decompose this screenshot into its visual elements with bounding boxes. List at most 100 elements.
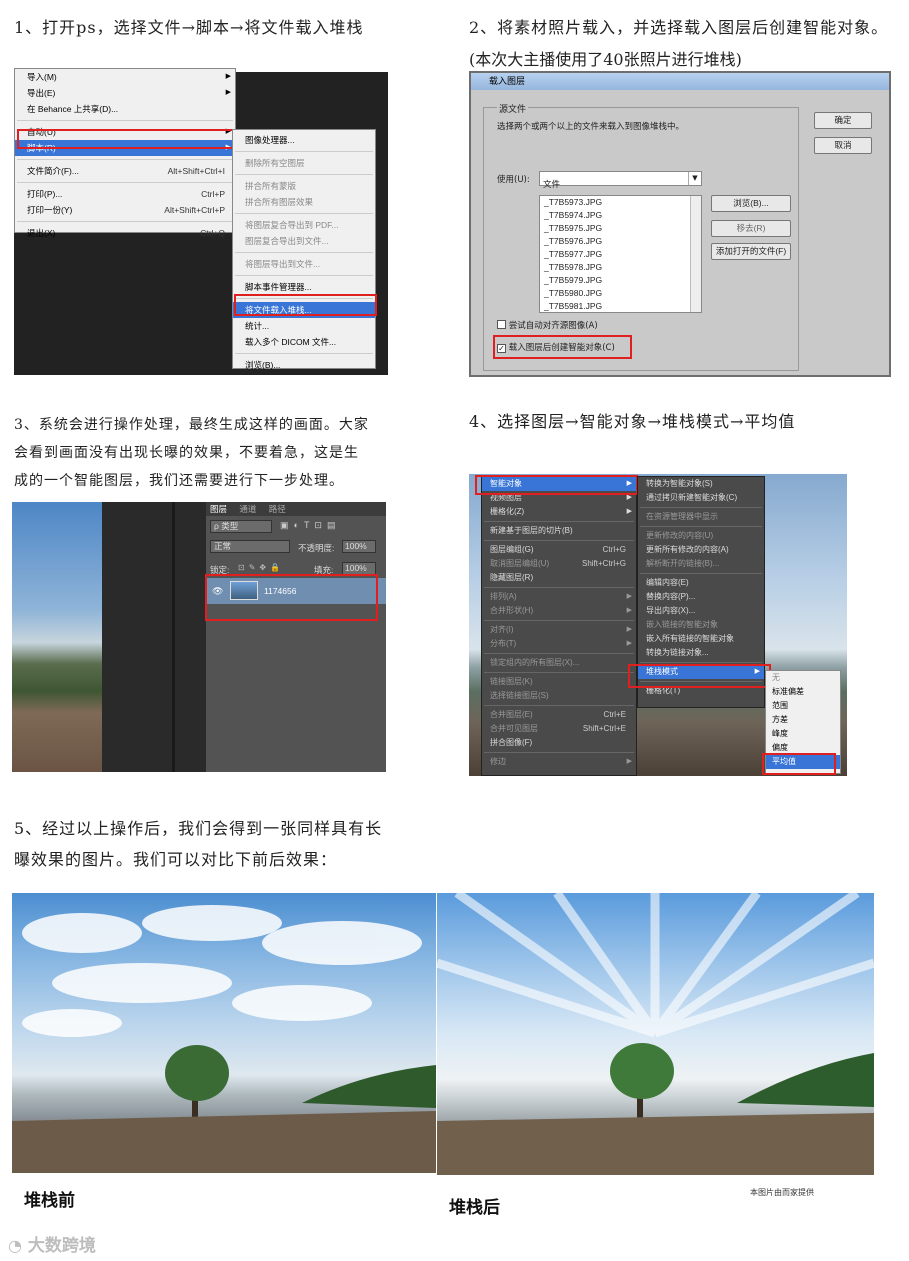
- opacity-label: 不透明度:: [298, 543, 335, 553]
- menu-item-group[interactable]: 图层编组(G) Ctrl+G: [482, 543, 636, 557]
- highlight-smart-object: [493, 335, 632, 359]
- menu-item-combine-shapes[interactable]: 合并形状(H) ▶: [482, 604, 636, 618]
- menu-item-export-contents[interactable]: 导出内容(X)...: [638, 604, 764, 618]
- highlight-smart-object-menu: [475, 475, 638, 495]
- stack-item-range[interactable]: 范围: [766, 699, 840, 713]
- menu-item-align[interactable]: 对齐(I) ▶: [482, 623, 636, 637]
- menu-item-update-all[interactable]: 更新所有修改的内容(A): [638, 543, 764, 557]
- panel-empty-area: [206, 604, 386, 772]
- step-2-caption-line1: 2、将素材照片载入，并选择载入图层后创建智能对象。: [469, 18, 889, 37]
- menu-item-dicom[interactable]: 载入多个 DICOM 文件...: [233, 334, 375, 350]
- menu-item-replace-contents[interactable]: 替换内容(P)...: [638, 590, 764, 604]
- step-3-caption-line2: 会看到画面没有出现长曝的效果，不要着急，这是生: [14, 445, 359, 461]
- ok-button[interactable]: 确定: [814, 112, 872, 129]
- step-3-caption-line1: 3、系统会进行操作处理，最终生成这样的画面。大家: [14, 417, 369, 433]
- stack-item-variance[interactable]: 方差: [766, 713, 840, 727]
- opacity-input[interactable]: 100%: [342, 540, 376, 553]
- menu-item-rasterize[interactable]: 栅格化(Z) ▶: [482, 505, 636, 519]
- step-2-caption-line2: (本次大主播使用了40张照片进行堆栈): [469, 50, 742, 69]
- menu-item-new-slice[interactable]: 新建基于图层的切片(B): [482, 524, 636, 538]
- menu-item-new-smart-copy[interactable]: 通过拷贝新建智能对象(C): [638, 491, 764, 505]
- menu-item-convert-linked[interactable]: 转换为链接对象...: [638, 646, 764, 660]
- stack-item-none[interactable]: 无: [766, 671, 840, 685]
- menu-item-merge-visible[interactable]: 合并可见图层 Shift+Ctrl+E: [482, 722, 636, 736]
- menu-item-print-one[interactable]: 打印一份(Y) Alt+Shift+Ctrl+P: [15, 202, 235, 218]
- menu-item-update-modified[interactable]: 更新修改的内容(U): [638, 529, 764, 543]
- kind-filter[interactable]: ρ 类型: [210, 520, 272, 533]
- cancel-button[interactable]: 取消: [814, 137, 872, 154]
- menu-item-flatten[interactable]: 拼合图像(F): [482, 736, 636, 750]
- menu-item-ungroup[interactable]: 取消图层编组(U) Shift+Ctrl+G: [482, 557, 636, 571]
- menu-item-embed-linked[interactable]: 嵌入链接的智能对象: [638, 618, 764, 632]
- menu-item-file-info[interactable]: 文件简介(F)... Alt+Shift+Ctrl+I: [15, 163, 235, 179]
- list-item[interactable]: _T7B5975.JPG: [540, 222, 701, 235]
- menu-item-statistics[interactable]: 统计...: [233, 318, 375, 334]
- scrollbar[interactable]: [690, 196, 701, 312]
- menu-item-link-layers[interactable]: 链接图层(K): [482, 675, 636, 689]
- list-item[interactable]: _T7B5979.JPG: [540, 274, 701, 287]
- step-5-caption-line1: 5、经过以上操作后，我们会得到一张同样具有长: [14, 819, 383, 838]
- list-item[interactable]: _T7B5980.JPG: [540, 287, 701, 300]
- photo-preview: [12, 502, 104, 772]
- after-label: 堆栈后: [449, 1198, 500, 1218]
- file-menu-screenshot: 导入(M) ▶ 导出(E) ▶ 在 Behance 上共享(D)... 自动(U) ▶…: [14, 68, 388, 375]
- menu-item-merge-layers[interactable]: 合并图层(E) Ctrl+E: [482, 708, 636, 722]
- menu-item-hide-layers[interactable]: 隐藏图层(R): [482, 571, 636, 585]
- dialog-description: 选择两个或两个以上的文件来载入到图像堆栈中。: [497, 122, 685, 132]
- step-1-caption: 1、打开ps，选择文件→脚本→将文件载入堆栈: [14, 18, 364, 37]
- menu-item-flatten-effects[interactable]: 拼合所有图层效果: [233, 194, 375, 210]
- highlight-mean: [762, 753, 836, 775]
- layers-panel-screenshot: 图层 通道 路径 ρ 类型 ▣◐T⊡▤ 正常 不透明度: 100% 锁定: ⊡✎…: [12, 502, 386, 772]
- browse-button[interactable]: 浏览(B)...: [711, 195, 791, 212]
- menu-item-reveal-explorer[interactable]: 在资源管理器中显示: [638, 510, 764, 524]
- list-item[interactable]: _T7B5978.JPG: [540, 261, 701, 274]
- menu-item-embed-all-linked[interactable]: 嵌入所有链接的智能对象: [638, 632, 764, 646]
- use-select[interactable]: 文件 ▼: [539, 171, 702, 190]
- menu-item-import[interactable]: 导入(M) ▶: [15, 69, 235, 85]
- menu-item-script-events[interactable]: 脚本事件管理器...: [233, 279, 375, 295]
- canvas-border: [102, 502, 206, 772]
- highlight-load-stack: [234, 294, 377, 316]
- blend-mode-select[interactable]: 正常: [210, 540, 290, 553]
- menu-item-export[interactable]: 导出(E) ▶: [15, 85, 235, 101]
- menu-item-comps-pdf[interactable]: 将图层复合导出到 PDF...: [233, 217, 375, 233]
- menu-item-lock-group[interactable]: 锁定组内的所有图层(X)...: [482, 656, 636, 670]
- file-list[interactable]: _T7B5973.JPG _T7B5974.JPG _T7B5975.JPG _…: [539, 195, 702, 313]
- menu-item-print[interactable]: 打印(P)... Ctrl+P: [15, 186, 235, 202]
- list-item[interactable]: _T7B5976.JPG: [540, 235, 701, 248]
- tab-paths[interactable]: 路径: [269, 504, 286, 514]
- filter-icons[interactable]: ▣◐T⊡▤: [280, 520, 340, 531]
- menu-item-comps-files[interactable]: 图层复合导出到文件...: [233, 233, 375, 249]
- menu-item-edit-contents[interactable]: 编辑内容(E): [638, 576, 764, 590]
- menu-item-matting[interactable]: 修边 ▶: [482, 755, 636, 769]
- group-label: 源文件: [497, 102, 529, 115]
- menu-item-distribute[interactable]: 分布(T) ▶: [482, 637, 636, 651]
- stack-item-kurtosis[interactable]: 峰度: [766, 727, 840, 741]
- auto-align-checkbox[interactable]: 尝试自动对齐源图像(A): [497, 319, 598, 331]
- remove-button[interactable]: 移去(R): [711, 220, 791, 237]
- menu-item-convert-smart[interactable]: 转换为智能对象(S): [638, 477, 764, 491]
- before-photo-art: [12, 905, 436, 1173]
- menu-item-browse[interactable]: 浏览(B)...: [233, 357, 375, 373]
- tab-channels[interactable]: 通道: [239, 504, 256, 514]
- list-item[interactable]: _T7B5973.JPG: [540, 196, 701, 209]
- stack-item-stddev[interactable]: 标准偏差: [766, 685, 840, 699]
- before-label: 堆栈前: [24, 1191, 75, 1211]
- menu-item-arrange[interactable]: 排列(A) ▶: [482, 590, 636, 604]
- menu-item-behance[interactable]: 在 Behance 上共享(D)...: [15, 101, 235, 117]
- menu-item-image-processor[interactable]: 图像处理器...: [233, 132, 375, 148]
- list-item[interactable]: _T7B5974.JPG: [540, 209, 701, 222]
- tab-layers[interactable]: 图层: [210, 504, 227, 514]
- menu-item-flatten-masks[interactable]: 拼合所有蒙版: [233, 178, 375, 194]
- menu-item-resolve-links[interactable]: 解析断开的链接(B)...: [638, 557, 764, 571]
- add-open-files-button[interactable]: 添加打开的文件(F): [711, 243, 791, 260]
- menu-item-exit[interactable]: 退出(X) Ctrl+Q: [15, 225, 235, 241]
- step-5-caption-line2: 曝效果的图片。我们可以对比下前后效果：: [14, 850, 338, 869]
- menu-item-delete-empty-layers[interactable]: 删除所有空图层: [233, 155, 375, 171]
- menu-item-select-linked[interactable]: 选择链接图层(S): [482, 689, 636, 703]
- list-item[interactable]: _T7B5981.JPG: [540, 300, 701, 313]
- list-item[interactable]: _T7B5977.JPG: [540, 248, 701, 261]
- lock-icons[interactable]: ⊡✎✥🔒: [238, 563, 284, 572]
- menu-item-layers-files[interactable]: 将图层导出到文件...: [233, 256, 375, 272]
- highlight-stack-mode: [628, 664, 771, 688]
